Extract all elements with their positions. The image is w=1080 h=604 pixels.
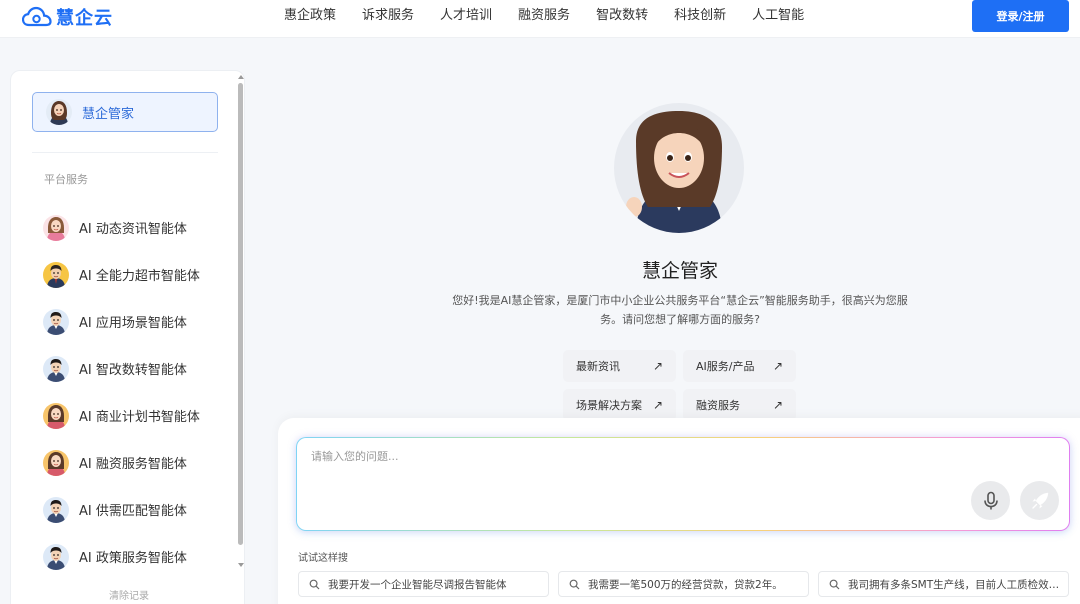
sidebar-item-scenario-agent[interactable]: AI 应用场景智能体 bbox=[43, 298, 223, 345]
question-input[interactable] bbox=[311, 450, 951, 463]
sidebar-item-label: AI 供需匹配智能体 bbox=[79, 504, 187, 519]
suggestion-chip[interactable]: 我需要一笔500万的经营贷款，贷款2年。 bbox=[558, 571, 809, 597]
sidebar-item-label: AI 融资服务智能体 bbox=[79, 457, 187, 472]
suggestion-text: 我司拥有多条SMT生产线，目前人工质检效率低 bbox=[848, 578, 1068, 591]
sidebar-item-digital-agent[interactable]: AI 智改数转智能体 bbox=[43, 345, 223, 392]
nav-item-financing[interactable]: 融资服务 bbox=[518, 7, 570, 25]
sidebar-item-label: AI 动态资讯智能体 bbox=[79, 222, 187, 237]
assistant-hero-avatar bbox=[614, 103, 744, 233]
top-navbar: 慧企云 惠企政策 诉求服务 人才培训 融资服务 智改数转 科技创新 人工智能 登… bbox=[0, 0, 1080, 38]
arrow-up-right-icon: ↗ bbox=[772, 398, 783, 412]
send-button[interactable] bbox=[1020, 481, 1059, 520]
quick-link-latest-news[interactable]: 最新资讯 ↗ bbox=[563, 350, 676, 382]
sidebar-agent-list: AI 动态资讯智能体 AI 全能力超市智能体 AI 应用场景智能体 AI 智改数… bbox=[43, 204, 223, 580]
sidebar-divider bbox=[32, 152, 218, 153]
quick-link-ai-products[interactable]: AI服务/产品 ↗ bbox=[683, 350, 796, 382]
logo-text: 慧企云 bbox=[56, 8, 113, 29]
nav-item-appeals[interactable]: 诉求服务 bbox=[362, 7, 414, 25]
arrow-up-right-icon: ↗ bbox=[652, 359, 663, 373]
try-search-label: 试试这样搜 bbox=[298, 553, 348, 564]
quick-link-label: 场景解决方案 bbox=[576, 399, 642, 412]
rocket-send-icon bbox=[1031, 492, 1048, 509]
logo[interactable]: 慧企云 bbox=[22, 4, 113, 30]
login-register-button[interactable]: 登录/注册 bbox=[972, 0, 1069, 32]
sidebar-item-news-agent[interactable]: AI 动态资讯智能体 bbox=[43, 204, 223, 251]
arrow-up-right-icon: ↗ bbox=[772, 359, 783, 373]
sidebar-section-title: 平台服务 bbox=[44, 173, 88, 186]
main-nav: 惠企政策 诉求服务 人才培训 融资服务 智改数转 科技创新 人工智能 bbox=[284, 7, 830, 25]
agent-avatar bbox=[43, 544, 69, 570]
suggestion-chip[interactable]: 我要开发一个企业智能尽调报告智能体 bbox=[298, 571, 549, 597]
sidebar-item-business-plan-agent[interactable]: AI 商业计划书智能体 bbox=[43, 392, 223, 439]
quick-link-label: 最新资讯 bbox=[576, 360, 620, 373]
sidebar-item-label: AI 政策服务智能体 bbox=[79, 551, 187, 566]
search-icon bbox=[569, 579, 580, 589]
quick-link-label: AI服务/产品 bbox=[696, 360, 755, 373]
sidebar-item-matching-agent[interactable]: AI 供需匹配智能体 bbox=[43, 486, 223, 533]
assistant-title: 慧企管家 bbox=[641, 260, 718, 282]
question-input-frame bbox=[296, 437, 1070, 531]
microphone-icon bbox=[983, 491, 998, 509]
voice-input-button[interactable] bbox=[971, 481, 1010, 520]
sidebar-item-policy-agent[interactable]: AI 政策服务智能体 bbox=[43, 533, 223, 580]
cloud-logo-icon bbox=[22, 6, 52, 27]
suggestion-text: 我需要一笔500万的经营贷款，贷款2年。 bbox=[588, 578, 783, 591]
suggestion-chip[interactable]: 我司拥有多条SMT生产线，目前人工质检效率低 bbox=[818, 571, 1069, 597]
sidebar-current-label: 慧企管家 bbox=[82, 106, 135, 122]
assistant-avatar bbox=[46, 99, 72, 125]
scroll-up-arrow-icon[interactable] bbox=[238, 75, 244, 79]
scroll-down-arrow-icon[interactable] bbox=[238, 563, 244, 567]
agent-avatar bbox=[43, 309, 69, 335]
nav-item-training[interactable]: 人才培训 bbox=[440, 7, 492, 25]
agent-avatar bbox=[43, 215, 69, 241]
agent-avatar bbox=[43, 356, 69, 382]
assistant-greeting: 您好!我是AI慧企管家，是厦门市中小企业公共服务平台“慧企云”智能服务助手，很高… bbox=[452, 294, 908, 326]
nav-item-policy[interactable]: 惠企政策 bbox=[284, 7, 336, 25]
nav-item-ai[interactable]: 人工智能 bbox=[752, 7, 804, 25]
quick-link-label: 融资服务 bbox=[696, 399, 740, 412]
agent-avatar bbox=[43, 450, 69, 476]
sidebar-item-market-agent[interactable]: AI 全能力超市智能体 bbox=[43, 251, 223, 298]
agent-avatar bbox=[43, 497, 69, 523]
quick-link-scenario-solutions[interactable]: 场景解决方案 ↗ bbox=[563, 389, 676, 421]
agent-avatar bbox=[43, 403, 69, 429]
nav-item-digital[interactable]: 智改数转 bbox=[596, 7, 648, 25]
sidebar-scrollbar[interactable] bbox=[238, 75, 244, 575]
question-input-box[interactable] bbox=[297, 438, 1069, 530]
search-icon bbox=[309, 579, 320, 589]
sidebar-item-label: AI 应用场景智能体 bbox=[79, 316, 187, 331]
sidebar-item-financing-agent[interactable]: AI 融资服务智能体 bbox=[43, 439, 223, 486]
sidebar: 慧企管家 平台服务 AI 动态资讯智能体 AI 全能力超市智能体 AI 应用场景… bbox=[10, 70, 245, 604]
agent-avatar bbox=[43, 262, 69, 288]
clear-history-link[interactable]: 清除记录 bbox=[109, 587, 149, 602]
scroll-thumb[interactable] bbox=[238, 83, 243, 545]
quick-link-financing[interactable]: 融资服务 ↗ bbox=[683, 389, 796, 421]
suggestion-text: 我要开发一个企业智能尽调报告智能体 bbox=[328, 578, 507, 591]
sidebar-item-label: AI 全能力超市智能体 bbox=[79, 269, 200, 284]
search-icon bbox=[829, 579, 840, 589]
sidebar-item-label: AI 商业计划书智能体 bbox=[79, 410, 200, 425]
sidebar-item-label: AI 智改数转智能体 bbox=[79, 363, 187, 378]
arrow-up-right-icon: ↗ bbox=[652, 398, 663, 412]
sidebar-current-assistant[interactable]: 慧企管家 bbox=[32, 92, 218, 132]
nav-item-innovation[interactable]: 科技创新 bbox=[674, 7, 726, 25]
